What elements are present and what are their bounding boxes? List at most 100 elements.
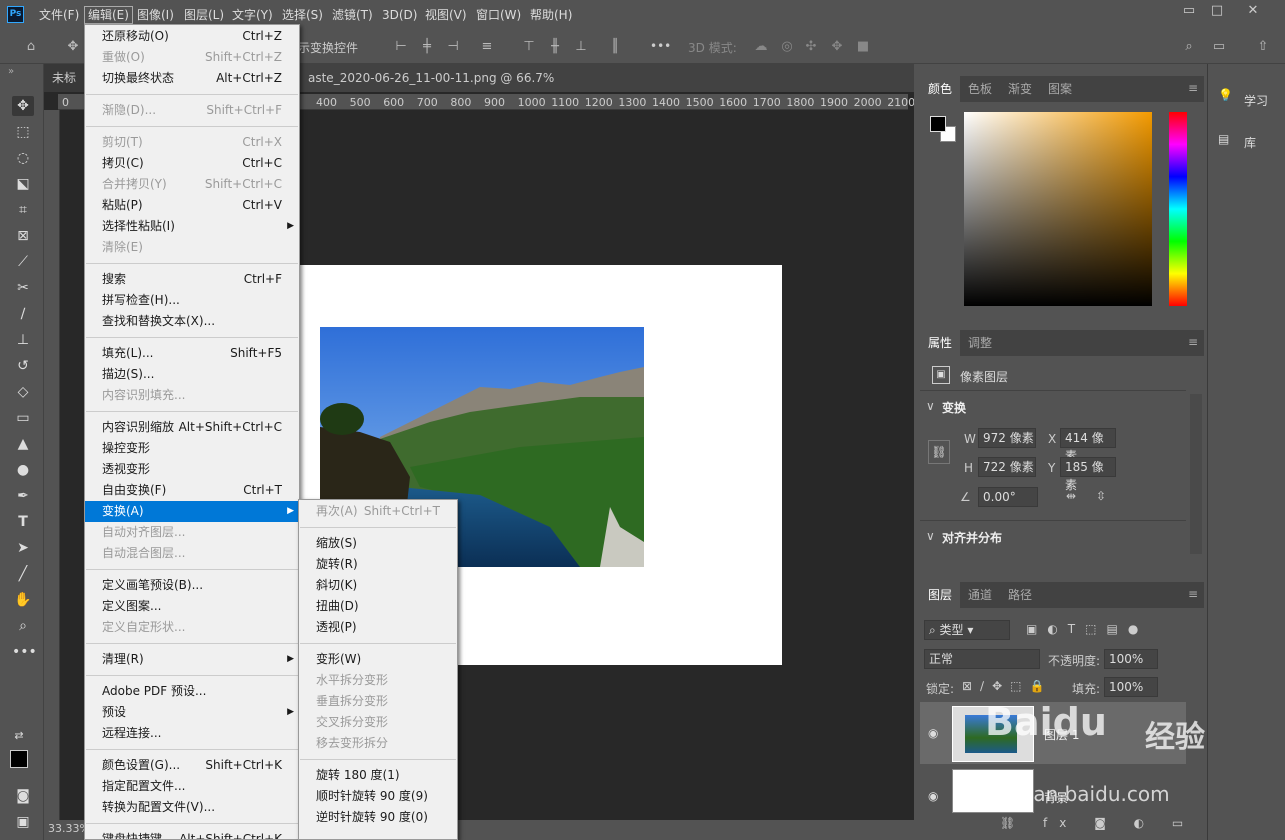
- crop-tool-icon[interactable]: ⌗: [12, 200, 34, 220]
- menu-item[interactable]: 搜索 Ctrl+F: [85, 269, 299, 290]
- layer-filter-select[interactable]: ⌕ 类型 ▾: [924, 620, 1010, 640]
- eyedropper-tool-icon[interactable]: ⟋: [12, 252, 34, 272]
- menu-file[interactable]: 文件(F): [36, 6, 82, 24]
- angle-field[interactable]: 0.00°: [978, 487, 1038, 507]
- color-field[interactable]: [964, 112, 1152, 306]
- menu-item[interactable]: 预设 ▶: [85, 702, 299, 723]
- tab-properties[interactable]: 属性: [920, 330, 961, 356]
- move-tool-icon[interactable]: ✥: [64, 38, 82, 56]
- align-top-icon[interactable]: ⊤: [520, 38, 538, 56]
- menu-item[interactable]: Adobe PDF 预设...: [85, 681, 299, 702]
- align-section-title[interactable]: 对齐并分布: [942, 529, 1002, 546]
- frame-tool-icon[interactable]: ⊠: [12, 226, 34, 246]
- swap-colors-icon[interactable]: ⇄: [8, 726, 30, 746]
- close-button[interactable]: ✕: [1240, 2, 1266, 20]
- stamp-tool-icon[interactable]: ⊥: [12, 330, 34, 350]
- quick-select-tool-icon[interactable]: ⬕: [12, 174, 34, 194]
- fill-field[interactable]: 100%: [1104, 677, 1158, 697]
- menu-item[interactable]: 拷贝(C) Ctrl+C: [85, 153, 299, 174]
- history-brush-tool-icon[interactable]: ↺: [12, 356, 34, 376]
- menu-window[interactable]: 窗口(W): [473, 6, 524, 24]
- align-vdistribute-icon[interactable]: ≡: [478, 38, 496, 56]
- x-field[interactable]: 414 像素: [1060, 428, 1116, 463]
- menu-item[interactable]: 自由变换(F) Ctrl+T: [85, 480, 299, 501]
- link-icon[interactable]: ⛓: [928, 440, 950, 464]
- menu-item[interactable]: 变换(A) ▶: [85, 501, 299, 522]
- properties-scrollbar[interactable]: [1190, 394, 1202, 554]
- lightbulb-icon[interactable]: 💡: [1218, 88, 1233, 102]
- menu-view[interactable]: 视图(V): [422, 6, 470, 24]
- panel-menu-icon[interactable]: ≡: [1188, 587, 1198, 601]
- transform-section-title[interactable]: 变换: [942, 399, 966, 416]
- eye-icon[interactable]: ◉: [928, 789, 938, 803]
- restore-button[interactable]: □: [1204, 2, 1230, 20]
- foreground-color-swatch[interactable]: [10, 750, 28, 768]
- lock-icons[interactable]: ⊠∕✥⬚🔒: [962, 679, 1052, 693]
- library-icon[interactable]: ▤: [1218, 132, 1229, 146]
- marquee-tool-icon[interactable]: ⬚: [12, 122, 34, 142]
- align-vcenter-icon[interactable]: ╫: [546, 38, 564, 56]
- menu-item[interactable]: 内容识别缩放 Alt+Shift+Ctrl+C: [85, 417, 299, 438]
- menu-3d[interactable]: 3D(D): [379, 6, 420, 24]
- menu-item[interactable]: 颜色设置(G)... Shift+Ctrl+K: [85, 755, 299, 776]
- menu-item[interactable]: 清理(R) ▶: [85, 649, 299, 670]
- opacity-field[interactable]: 100%: [1104, 649, 1158, 669]
- menu-filter[interactable]: 滤镜(T): [329, 6, 376, 24]
- blend-mode-select[interactable]: 正常: [924, 649, 1040, 669]
- search-icon[interactable]: ⌕: [1180, 38, 1198, 56]
- menu-item[interactable]: 缩放(S): [299, 533, 457, 554]
- tab-adjustments[interactable]: 调整: [960, 330, 1000, 356]
- menu-layer[interactable]: 图层(L): [181, 6, 227, 24]
- gradient-tool-icon[interactable]: ▭: [12, 408, 34, 428]
- menu-item[interactable]: 还原移动(O) Ctrl+Z: [85, 26, 299, 47]
- tab-active-document[interactable]: aste_2020-06-26_11-00-11.png @ 66.7%(RGB…: [300, 64, 580, 113]
- menu-item[interactable]: 透视(P): [299, 617, 457, 638]
- hue-slider[interactable]: [1169, 112, 1187, 306]
- align-hcenter-icon[interactable]: ╪: [418, 38, 436, 56]
- tab-untitled[interactable]: 未标题: [44, 64, 84, 92]
- screen-mode-icon[interactable]: ▣: [12, 812, 34, 832]
- flip-vertical-icon[interactable]: ⇳: [1096, 489, 1106, 503]
- align-right-icon[interactable]: ⊣: [444, 38, 462, 56]
- menu-item[interactable]: 填充(L)... Shift+F5: [85, 343, 299, 364]
- menu-item[interactable]: 查找和替换文本(X)...: [85, 311, 299, 332]
- zoom-tool-icon[interactable]: ⌕: [12, 616, 34, 636]
- menu-item[interactable]: 指定配置文件...: [85, 776, 299, 797]
- width-field[interactable]: 972 像素: [978, 428, 1036, 448]
- menu-item[interactable]: 描边(S)...: [85, 364, 299, 385]
- dodge-tool-icon[interactable]: ●: [12, 460, 34, 480]
- tab-swatches[interactable]: 色板: [960, 76, 1000, 102]
- lasso-tool-icon[interactable]: ◌: [12, 148, 34, 168]
- menu-item[interactable]: 远程连接...: [85, 723, 299, 744]
- menu-image[interactable]: 图像(I): [134, 6, 177, 24]
- panel-menu-icon[interactable]: ≡: [1188, 81, 1198, 95]
- minimize-button[interactable]: ▭: [1176, 2, 1202, 20]
- menu-item[interactable]: 逆时针旋转 90 度(0): [299, 807, 457, 828]
- tab-channels[interactable]: 通道: [960, 582, 1000, 608]
- menu-item[interactable]: 顺时针旋转 90 度(9): [299, 786, 457, 807]
- tab-gradients[interactable]: 渐变: [1000, 76, 1040, 102]
- move-tool-icon[interactable]: ✥: [12, 96, 34, 116]
- menu-item[interactable]: 切换最终状态 Alt+Ctrl+Z: [85, 68, 299, 89]
- tab-color[interactable]: 颜色: [920, 76, 961, 102]
- line-tool-icon[interactable]: ╱: [12, 564, 34, 584]
- height-field[interactable]: 722 像素: [978, 457, 1036, 477]
- menu-item[interactable]: 旋转 180 度(1): [299, 765, 457, 786]
- eye-icon[interactable]: ◉: [928, 726, 938, 740]
- menu-type[interactable]: 文字(Y): [229, 6, 276, 24]
- menu-item[interactable]: 定义画笔预设(B)...: [85, 575, 299, 596]
- hand-tool-icon[interactable]: ✋: [12, 590, 34, 610]
- flip-horizontal-icon[interactable]: ⇹: [1066, 489, 1076, 503]
- distribute-icon[interactable]: ║: [606, 38, 624, 56]
- tab-patterns[interactable]: 图案: [1040, 76, 1080, 102]
- tab-paths[interactable]: 路径: [1000, 582, 1040, 608]
- edit-toolbar-icon[interactable]: •••: [12, 642, 37, 662]
- show-transform-controls-label[interactable]: 示变换控件: [298, 39, 358, 56]
- menu-item[interactable]: 定义图案...: [85, 596, 299, 617]
- y-field[interactable]: 185 像素: [1060, 457, 1116, 492]
- menu-item[interactable]: 选择性粘贴(I) ▶: [85, 216, 299, 237]
- brush-tool-icon[interactable]: ∕: [12, 304, 34, 324]
- library-panel-button[interactable]: 库: [1244, 134, 1256, 151]
- align-bottom-icon[interactable]: ⊥: [572, 38, 590, 56]
- collapse-toolbar-icon[interactable]: »: [8, 66, 14, 77]
